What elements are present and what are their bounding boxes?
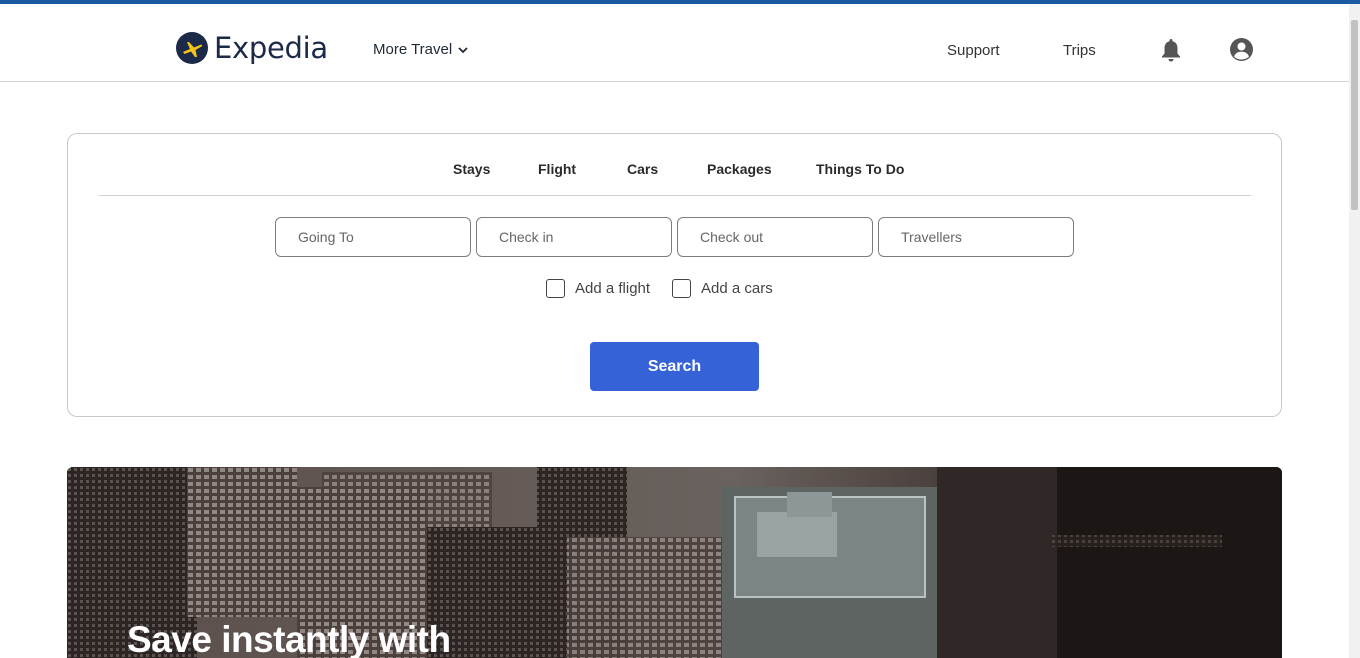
add-flight-option[interactable]: Add a flight	[546, 279, 650, 298]
tab-stays[interactable]: Stays	[453, 161, 490, 177]
add-cars-label: Add a cars	[701, 280, 773, 297]
expedia-plane-icon	[176, 32, 208, 64]
tab-packages[interactable]: Packages	[707, 161, 772, 177]
site-header: Expedia More Travel Support Trips	[0, 4, 1349, 82]
search-button[interactable]: Search	[590, 342, 759, 391]
travellers-input[interactable]	[878, 217, 1074, 257]
notification-bell-icon[interactable]	[1159, 37, 1183, 63]
add-cars-checkbox[interactable]	[672, 279, 691, 298]
tab-cars[interactable]: Cars	[627, 161, 658, 177]
tab-things-to-do[interactable]: Things To Do	[816, 161, 904, 177]
add-flight-label: Add a flight	[575, 280, 651, 297]
add-cars-option[interactable]: Add a cars	[672, 279, 773, 298]
more-travel-label: More Travel	[373, 41, 453, 58]
chevron-down-icon	[458, 46, 468, 53]
page-scrollbar[interactable]	[1349, 4, 1360, 658]
tab-flight[interactable]: Flight	[538, 161, 576, 177]
going-to-input[interactable]	[275, 217, 471, 257]
check-out-input[interactable]	[677, 217, 873, 257]
scrollbar-thumb[interactable]	[1351, 20, 1358, 210]
more-travel-menu[interactable]: More Travel	[373, 41, 469, 58]
trips-link[interactable]: Trips	[1063, 42, 1096, 59]
support-link[interactable]: Support	[947, 42, 1000, 59]
hero-banner: Save instantly with	[67, 467, 1282, 658]
logo-text: Expedia	[214, 31, 328, 65]
add-flight-checkbox[interactable]	[546, 279, 565, 298]
account-icon[interactable]	[1229, 37, 1254, 62]
check-in-input[interactable]	[476, 217, 672, 257]
hero-title: Save instantly with	[127, 619, 451, 658]
expedia-logo[interactable]: Expedia	[176, 31, 328, 65]
search-tabs: Stays Flight Cars Packages Things To Do	[68, 161, 1281, 181]
search-panel: Stays Flight Cars Packages Things To Do …	[67, 133, 1282, 417]
tabs-divider	[99, 195, 1251, 196]
